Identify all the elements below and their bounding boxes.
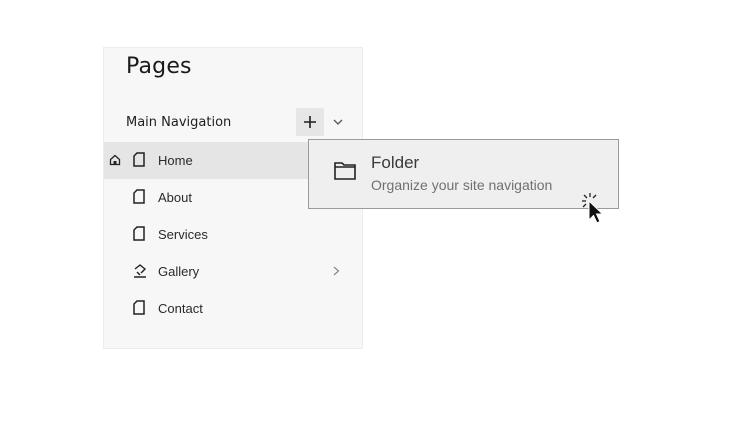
folder-icon bbox=[334, 162, 356, 180]
section-label: Main Navigation bbox=[126, 115, 232, 130]
collapse-section-button[interactable] bbox=[330, 114, 346, 130]
panel-title: Pages bbox=[126, 54, 192, 79]
page-icon bbox=[133, 189, 145, 204]
nav-item-label: About bbox=[158, 190, 192, 205]
plus-icon bbox=[304, 116, 316, 128]
gallery-icon bbox=[134, 264, 147, 278]
home-icon bbox=[109, 154, 121, 166]
nav-item-contact[interactable]: Contact bbox=[104, 290, 364, 327]
nav-item-label: Gallery bbox=[158, 264, 200, 279]
option-description: Organize your site navigation bbox=[371, 177, 553, 193]
page-icon bbox=[133, 226, 145, 241]
nav-item-label: Services bbox=[158, 227, 208, 242]
add-folder-option[interactable]: Folder Organize your site navigation bbox=[308, 139, 619, 209]
nav-item-gallery[interactable]: Gallery bbox=[104, 253, 364, 290]
click-cursor-icon bbox=[582, 193, 604, 224]
chevron-right-icon[interactable] bbox=[333, 266, 340, 276]
nav-item-label: Contact bbox=[158, 301, 203, 316]
page-icon bbox=[133, 300, 145, 315]
add-page-button[interactable] bbox=[296, 108, 324, 136]
main-navigation-header: Main Navigation bbox=[104, 108, 364, 138]
page-icon bbox=[133, 152, 145, 167]
option-title: Folder bbox=[371, 153, 420, 172]
nav-item-services[interactable]: Services bbox=[104, 216, 364, 253]
nav-item-label: Home bbox=[158, 153, 193, 168]
chevron-down-icon bbox=[333, 119, 343, 125]
